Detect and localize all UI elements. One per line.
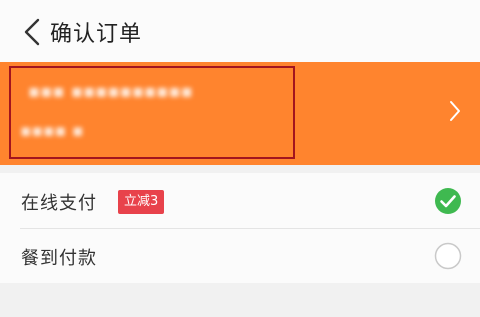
payment-method-list: 在线支付 立减3 餐到付款 [0, 173, 480, 283]
discount-badge: 立减3 [118, 190, 165, 214]
check-circle-icon[interactable] [434, 187, 462, 215]
payment-option-cod[interactable]: 餐到付款 [0, 229, 480, 284]
top-bar: 确认订单 [0, 0, 480, 62]
payment-option-label: 在线支付 [21, 193, 97, 214]
address-line-blurred: ▪▪▪ ▪▪▪▪▪▪▪▪▪▪ [28, 81, 193, 102]
chevron-left-icon[interactable] [20, 17, 46, 47]
radio-empty-icon[interactable] [434, 242, 462, 270]
contact-line-blurred: ▪▪▪▪ ▪ [20, 121, 84, 141]
payment-option-label: 餐到付款 [21, 248, 97, 269]
chevron-right-icon [450, 101, 460, 121]
payment-option-online[interactable]: 在线支付 立减3 [0, 173, 480, 229]
highlight-frame [9, 66, 295, 159]
delivery-address-card[interactable]: ▪▪▪ ▪▪▪▪▪▪▪▪▪▪ ▪▪▪▪ ▪ [0, 62, 480, 165]
page-title: 确认订单 [50, 22, 143, 47]
